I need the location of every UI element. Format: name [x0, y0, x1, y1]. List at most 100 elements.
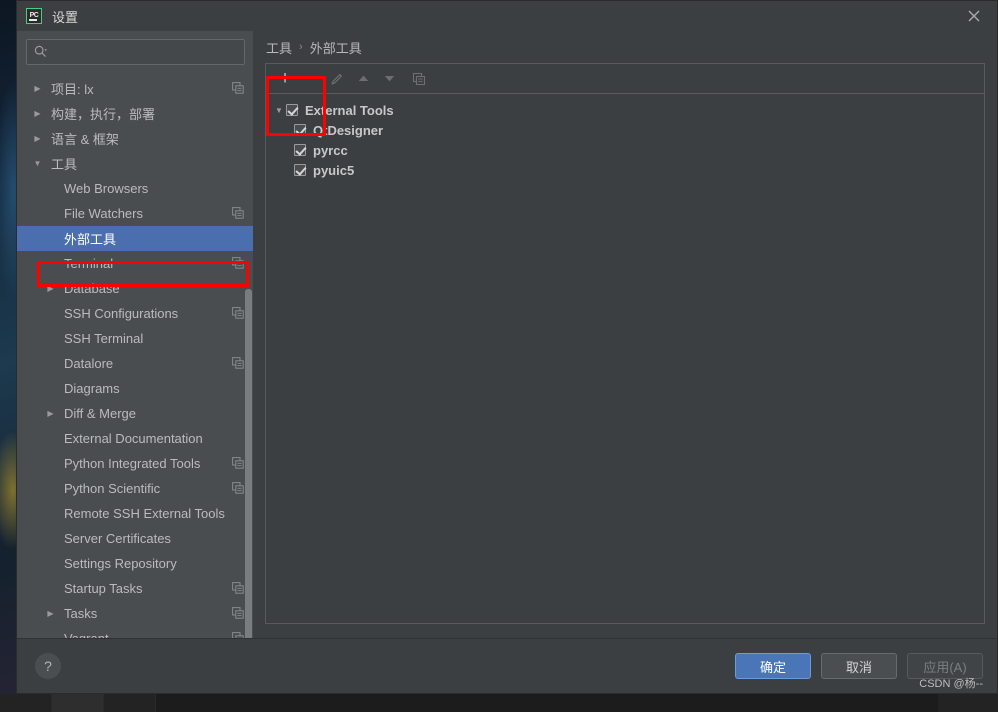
- help-button[interactable]: ?: [35, 653, 61, 679]
- sidebar-item-5[interactable]: File Watchers: [17, 201, 253, 226]
- dialog-titlebar: PC 设置: [17, 1, 997, 31]
- sidebar-item-1[interactable]: ▶ 构建，执行，部署: [17, 101, 253, 126]
- sidebar-item-13[interactable]: ▶ Diff & Merge: [17, 401, 253, 426]
- chevron-down-icon[interactable]: ▼: [272, 106, 286, 115]
- sidebar-item-3[interactable]: ▼ 工具: [17, 151, 253, 176]
- copy-settings-icon[interactable]: [232, 307, 244, 319]
- sidebar-item-9[interactable]: SSH Configurations: [17, 301, 253, 326]
- sidebar-item-label: Tasks: [64, 606, 98, 621]
- sidebar-item-2[interactable]: ▶ 语言 & 框架: [17, 126, 253, 151]
- copy-settings-icon[interactable]: [232, 357, 244, 369]
- copy-button: [406, 67, 432, 91]
- dialog-body: ▶ 项目: lx ▶ 构建，执行，部署 ▶ 语言 & 框架 ▼ 工具 Web Browsers F…: [17, 31, 997, 638]
- chevron-right-icon[interactable]: ▶: [43, 609, 58, 618]
- copy-icon: [412, 72, 426, 85]
- sidebar-item-21[interactable]: ▶ Tasks: [17, 601, 253, 626]
- sidebar-item-label: Diagrams: [64, 381, 120, 396]
- sidebar-scroll-area[interactable]: ▶ 项目: lx ▶ 构建，执行，部署 ▶ 语言 & 框架 ▼ 工具 Web Browsers F…: [17, 74, 253, 638]
- breadcrumb-parent[interactable]: 工具: [266, 38, 292, 57]
- remove-button: −: [305, 68, 317, 89]
- sidebar-item-15[interactable]: Python Integrated Tools: [17, 451, 253, 476]
- sidebar-item-4[interactable]: Web Browsers: [17, 176, 253, 201]
- taskbar-item[interactable]: [0, 694, 52, 712]
- add-button[interactable]: +: [272, 67, 298, 91]
- sidebar-item-label: 工具: [51, 157, 78, 172]
- copy-settings-icon[interactable]: [232, 582, 244, 594]
- tool-item-0[interactable]: QtDesigner: [272, 120, 984, 140]
- copy-settings-icon[interactable]: [232, 482, 244, 494]
- sidebar-item-17[interactable]: Remote SSH External Tools: [17, 501, 253, 526]
- sidebar-item-20[interactable]: Startup Tasks: [17, 576, 253, 601]
- tool-item-label: QtDesigner: [313, 122, 384, 138]
- sidebar-item-label: Settings Repository: [64, 556, 177, 571]
- sidebar-item-19[interactable]: Settings Repository: [17, 551, 253, 576]
- tool-item-checkbox[interactable]: [294, 164, 306, 176]
- sidebar-item-18[interactable]: Server Certificates: [17, 526, 253, 551]
- tool-item-checkbox[interactable]: [294, 124, 306, 136]
- settings-sidebar: ▶ 项目: lx ▶ 构建，执行，部署 ▶ 语言 & 框架 ▼ 工具 Web Browsers F…: [17, 31, 253, 638]
- sidebar-item-6[interactable]: 外部工具: [17, 226, 253, 251]
- chevron-right-icon[interactable]: ▶: [43, 284, 58, 293]
- arrow-up-icon: [358, 75, 368, 81]
- tool-item-label: pyrcc: [313, 142, 348, 158]
- chevron-right-icon[interactable]: ▶: [43, 409, 58, 418]
- sidebar-item-11[interactable]: Datalore: [17, 351, 253, 376]
- tool-item-label: pyuic5: [313, 162, 355, 178]
- copy-settings-icon[interactable]: [232, 257, 244, 269]
- close-icon[interactable]: [951, 1, 997, 31]
- dialog-title: 设置: [52, 9, 79, 25]
- search-container: [17, 31, 253, 74]
- sidebar-item-label: External Documentation: [64, 431, 203, 446]
- chevron-right-icon[interactable]: ▶: [30, 134, 45, 143]
- copy-settings-icon[interactable]: [232, 607, 244, 619]
- tool-item-1[interactable]: pyrcc: [272, 140, 984, 160]
- sidebar-item-label: Diff & Merge: [64, 406, 137, 421]
- taskbar[interactable]: [0, 694, 998, 712]
- sidebar-item-16[interactable]: Python Scientific: [17, 476, 253, 501]
- settings-dialog: PC 设置 ▶ 项目: lx ▶ 构建，执行，部署 ▶ 语言 & 框架 ▼ 工具 Web Bro…: [16, 0, 998, 694]
- chevron-down-icon[interactable]: ▼: [30, 159, 45, 168]
- copy-settings-icon[interactable]: [232, 82, 244, 94]
- sidebar-scrollbar-thumb[interactable]: [245, 289, 252, 638]
- tool-item-2[interactable]: pyuic5: [272, 160, 984, 180]
- copy-settings-icon[interactable]: [232, 457, 244, 469]
- sidebar-item-7[interactable]: Terminal: [17, 251, 253, 276]
- taskbar-tray[interactable]: [938, 694, 998, 712]
- chevron-right-icon[interactable]: ▶: [30, 109, 45, 118]
- tools-group-row[interactable]: ▼ External Tools: [272, 100, 984, 120]
- sidebar-item-label: SSH Configurations: [64, 306, 179, 321]
- sidebar-item-22[interactable]: Vagrant: [17, 626, 253, 638]
- sidebar-item-label: Python Integrated Tools: [64, 456, 201, 471]
- sidebar-item-14[interactable]: External Documentation: [17, 426, 253, 451]
- ok-button[interactable]: 确定: [735, 653, 811, 679]
- sidebar-item-label: Startup Tasks: [64, 581, 143, 596]
- sidebar-item-label: Vagrant: [64, 631, 109, 638]
- tools-group-label: External Tools: [305, 102, 394, 118]
- external-tools-panel: + − ▼ External Tools QtDesigner pyrcc py…: [265, 63, 985, 624]
- dialog-footer: ? 确定 取消 应用(A) CSDN @杨--: [17, 638, 997, 693]
- copy-settings-icon[interactable]: [232, 207, 244, 219]
- sidebar-item-label: 语言 & 框架: [51, 132, 119, 147]
- sidebar-item-label: 项目: lx: [51, 82, 94, 97]
- sidebar-item-0[interactable]: ▶ 项目: lx: [17, 76, 253, 101]
- breadcrumb-separator-icon: ›: [299, 41, 303, 53]
- chevron-right-icon[interactable]: ▶: [30, 84, 45, 93]
- external-tools-tree[interactable]: ▼ External Tools QtDesigner pyrcc pyuic5: [266, 94, 984, 623]
- sidebar-item-label: File Watchers: [64, 206, 143, 221]
- sidebar-item-8[interactable]: ▶ Database: [17, 276, 253, 301]
- sidebar-scrollbar[interactable]: [244, 74, 253, 638]
- sidebar-item-label: 构建，执行，部署: [51, 107, 156, 122]
- pencil-icon: [331, 73, 342, 85]
- taskbar-item[interactable]: [104, 694, 156, 712]
- tool-item-checkbox[interactable]: [294, 144, 306, 156]
- pycharm-logo-icon: PC: [26, 8, 42, 24]
- taskbar-item[interactable]: [52, 694, 104, 712]
- cancel-button[interactable]: 取消: [821, 653, 897, 679]
- sidebar-item-12[interactable]: Diagrams: [17, 376, 253, 401]
- search-input[interactable]: [26, 39, 245, 65]
- tools-group-checkbox[interactable]: [286, 104, 298, 116]
- sidebar-item-10[interactable]: SSH Terminal: [17, 326, 253, 351]
- sidebar-item-label: SSH Terminal: [64, 331, 144, 346]
- watermark: CSDN @杨--: [919, 678, 983, 690]
- sidebar-item-label: Remote SSH External Tools: [64, 506, 225, 521]
